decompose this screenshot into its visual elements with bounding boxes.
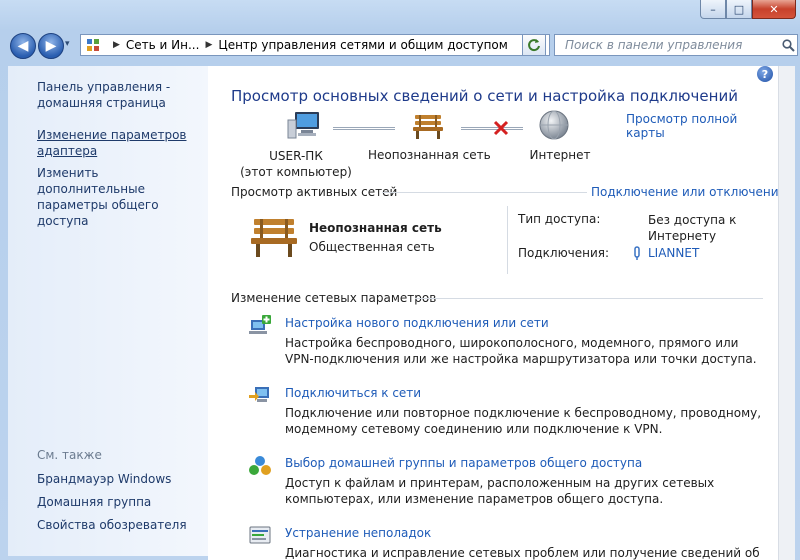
see-also-heading: См. также: [37, 448, 102, 462]
navigation-bar: ◀ ▶ ▾ ▶ Сеть и Ин... ▶ Центр управления …: [8, 33, 798, 59]
window-controls: – □ ✕: [700, 0, 796, 20]
see-also-internet-options[interactable]: Свойства обозревателя: [37, 517, 187, 533]
close-button[interactable]: ✕: [752, 0, 796, 19]
map-computer-label: USER-ПК (этот компьютер): [238, 148, 354, 180]
title-bar[interactable]: – □ ✕: [0, 0, 800, 30]
task-title-new-connection[interactable]: Настройка нового подключения или сети: [285, 316, 549, 330]
connection-link[interactable]: LIANNET: [648, 246, 699, 260]
access-type-label: Тип доступа:: [518, 212, 601, 226]
connections-label: Подключения:: [518, 246, 610, 260]
access-type-value: Без доступа к Интернету: [648, 213, 737, 243]
task-desc-troubleshoot: Диагностика и исправление сетевых пробле…: [285, 546, 760, 560]
breadcrumb-network[interactable]: Сеть и Ин...: [126, 38, 200, 52]
recent-pages-dropdown[interactable]: ▾: [65, 39, 70, 49]
sidebar: Панель управления - домашняя страница Из…: [8, 66, 208, 556]
change-settings-heading: Изменение сетевых параметров: [231, 291, 437, 305]
troubleshoot-icon: [248, 524, 272, 548]
active-networks-heading: Просмотр активных сетей: [231, 185, 398, 199]
vertical-divider: [507, 206, 508, 274]
search-icon[interactable]: [779, 38, 797, 52]
vertical-scrollbar[interactable]: [778, 66, 795, 560]
network-name: Неопознанная сеть: [309, 221, 442, 235]
control-panel-icon: [85, 37, 101, 53]
search-box[interactable]: Поиск в панели управления: [554, 34, 798, 56]
no-connection-icon: [492, 119, 510, 137]
search-input[interactable]: Поиск в панели управления: [565, 38, 779, 52]
task-title-troubleshoot[interactable]: Устранение неполадок: [285, 526, 431, 540]
computer-subtitle: (этот компьютер): [240, 165, 352, 179]
internet-globe-icon[interactable]: [538, 109, 570, 141]
minimize-button[interactable]: –: [700, 0, 726, 19]
task-desc-connect-network: Подключение или повторное подключение к …: [285, 406, 762, 436]
back-button[interactable]: ◀: [10, 33, 36, 59]
main-content: Просмотр основных сведений о сети и наст…: [208, 66, 778, 560]
refresh-icon: [528, 39, 540, 52]
computer-icon[interactable]: [286, 110, 322, 140]
task-desc-new-connection: Настройка беспроводного, широкополосного…: [285, 336, 757, 366]
sidebar-link-advanced-sharing[interactable]: Изменить дополнительные параметры общего…: [37, 165, 202, 229]
task-title-connect-network[interactable]: Подключиться к сети: [285, 386, 421, 400]
window: – □ ✕ ◀ ▶ ▾ ▶ Сеть и Ин... ▶ Центр управ…: [0, 0, 800, 560]
maximize-button[interactable]: □: [726, 0, 752, 19]
computer-name: USER-ПК: [269, 149, 323, 163]
section-divider: [382, 192, 587, 193]
bench-network-icon[interactable]: [411, 112, 445, 140]
new-connection-icon: [248, 314, 272, 338]
bench-network-icon: [248, 214, 300, 258]
task-title-homegroup[interactable]: Выбор домашней группы и параметров общег…: [285, 456, 642, 470]
map-internet-label: Интернет: [529, 148, 591, 162]
breadcrumb-separator-icon[interactable]: ▶: [113, 40, 120, 50]
refresh-button[interactable]: [522, 34, 546, 56]
see-also-homegroup[interactable]: Домашняя группа: [37, 494, 151, 510]
map-link-line: [333, 127, 395, 130]
map-network-label: Неопознанная сеть: [368, 148, 491, 162]
homegroup-icon: [248, 454, 272, 478]
breadcrumb-separator-icon[interactable]: ▶: [205, 40, 212, 50]
sidebar-link-adapter-settings[interactable]: Изменение параметров адаптера: [37, 127, 187, 159]
page-title: Просмотр основных сведений о сети и наст…: [231, 87, 738, 105]
breadcrumb-network-center[interactable]: Центр управления сетями и общим доступом: [218, 38, 507, 52]
help-icon[interactable]: ?: [757, 66, 773, 82]
see-also-firewall[interactable]: Брандмауэр Windows: [37, 471, 171, 487]
network-type-link[interactable]: Общественная сеть: [309, 240, 435, 254]
full-map-link[interactable]: Просмотр полной карты: [626, 112, 778, 140]
connect-network-icon: [248, 384, 272, 408]
section-divider: [415, 298, 763, 299]
sidebar-link-home[interactable]: Панель управления - домашняя страница: [37, 79, 187, 111]
task-desc-homegroup: Доступ к файлам и принтерам, расположенн…: [285, 476, 715, 506]
forward-button[interactable]: ▶: [38, 33, 64, 59]
wireless-signal-icon: [632, 245, 642, 261]
connect-disconnect-link[interactable]: Подключение или отключение: [591, 185, 778, 199]
address-bar[interactable]: ▶ Сеть и Ин... ▶ Центр управления сетями…: [80, 34, 550, 56]
